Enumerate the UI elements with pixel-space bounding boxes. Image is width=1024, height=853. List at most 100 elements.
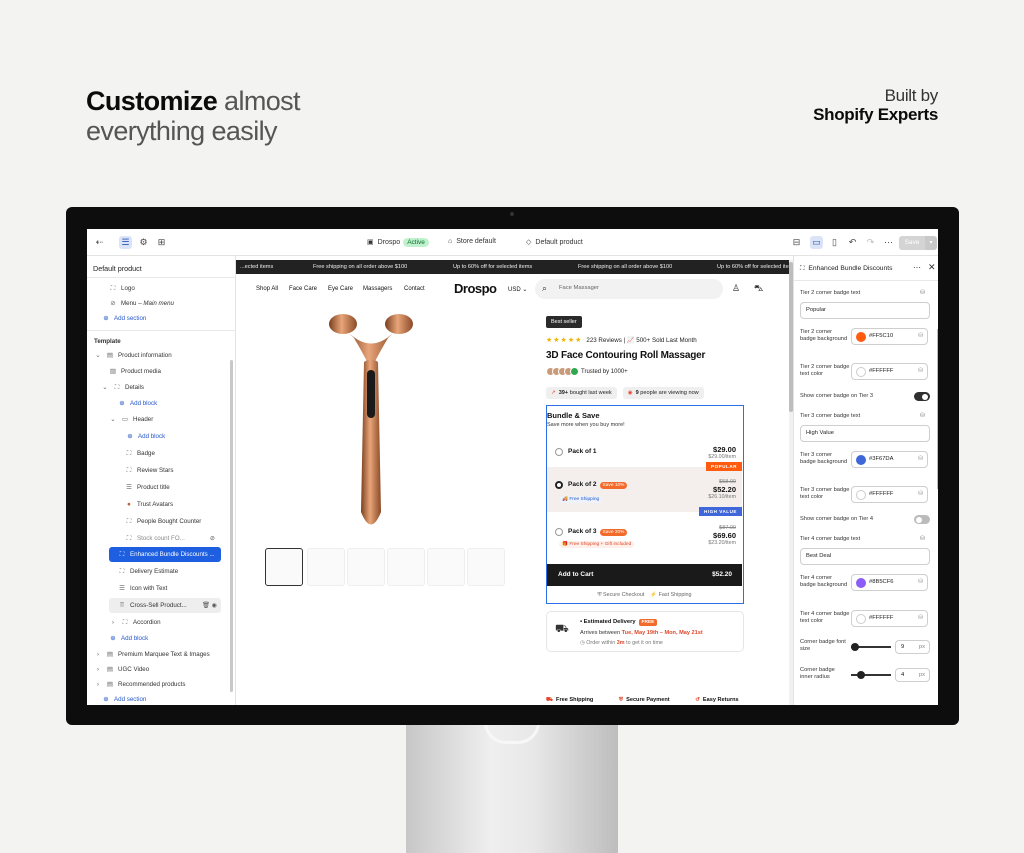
nav-massagers[interactable]: Massagers bbox=[363, 286, 392, 292]
search-input[interactable]: ⌕ Face Massager bbox=[535, 279, 723, 299]
add-to-cart-button[interactable]: Add to Cart $52.20 bbox=[547, 564, 742, 586]
cart-icon[interactable]: ⛍ bbox=[754, 283, 763, 295]
avatars-icon: ● bbox=[127, 501, 131, 508]
thumbnail[interactable] bbox=[307, 548, 345, 586]
tree-cross-sell[interactable]: ⠿ Cross-Sell Product... 🗑 ◉ bbox=[109, 598, 221, 613]
settings-scrollbar[interactable] bbox=[937, 329, 938, 489]
tree-enhanced-bundle-discounts[interactable]: ⛶ Enhanced Bundle Discounts ... bbox=[109, 547, 221, 562]
panel-title: ⛶ Enhanced Bundle Discounts bbox=[800, 265, 893, 272]
tree-ugc-video[interactable]: › ▤ UGC Video bbox=[94, 662, 234, 677]
gift-note: 🎁 Free Shipping + Gift included bbox=[559, 541, 635, 548]
tag-icon: ◇ bbox=[526, 239, 532, 246]
product-title: 3D Face Contouring Roll Massager bbox=[546, 350, 706, 361]
store-preview: ...ected items Free shipping on all orde… bbox=[236, 260, 789, 705]
inspector-icon[interactable]: ⊟ bbox=[790, 236, 803, 249]
save-button[interactable]: Save bbox=[899, 236, 925, 250]
tier4-text-color[interactable]: #FFFFFF ⛁ bbox=[851, 610, 928, 627]
product-main-image[interactable] bbox=[326, 312, 416, 542]
tree-stock-count[interactable]: ⛶ Stock count FO... ⊘ bbox=[125, 531, 219, 546]
add-section-button[interactable]: ⊕ Add section bbox=[102, 692, 242, 705]
database-icon[interactable]: ⛁ bbox=[920, 289, 925, 296]
tree-details[interactable]: ⌄ ⛶ Details bbox=[101, 380, 241, 395]
chevron-down-icon: ⌄ bbox=[102, 384, 108, 391]
section-logo[interactable]: ⛶ Logo bbox=[109, 281, 249, 296]
database-icon[interactable]: ⛁ bbox=[920, 412, 925, 419]
bought-counter: ↗ 39+ bought last week bbox=[546, 387, 617, 399]
radius-input[interactable]: 4 px bbox=[895, 668, 930, 682]
apps-icon[interactable]: ⊞ bbox=[155, 236, 168, 249]
hidden-eye-icon[interactable]: ⊘ bbox=[210, 531, 215, 546]
font-size-input[interactable]: 9 px bbox=[895, 640, 930, 654]
drag-handle-icon[interactable]: ⠿ bbox=[118, 598, 126, 613]
thumbnail[interactable] bbox=[467, 548, 505, 586]
database-icon[interactable]: ⛁ bbox=[920, 535, 925, 542]
trash-eye-icons[interactable]: 🗑 ◉ bbox=[202, 598, 217, 613]
tier2-text-input[interactable]: Popular bbox=[800, 302, 930, 319]
sections-icon[interactable]: ☰ bbox=[119, 236, 132, 249]
divider bbox=[87, 330, 236, 331]
thumbnail[interactable] bbox=[347, 548, 385, 586]
tier4-toggle[interactable] bbox=[914, 515, 930, 524]
add-section-button[interactable]: ⊕ Add section bbox=[102, 311, 242, 326]
lock-icon: ⛨ bbox=[618, 697, 624, 703]
more-icon[interactable]: ⋯ bbox=[882, 236, 895, 249]
radio[interactable] bbox=[555, 448, 563, 456]
review-stars[interactable]: ★★★★★ 223 Reviews | 📈 500+ Sold Last Mont… bbox=[546, 336, 697, 344]
undo-icon[interactable]: ↶ bbox=[846, 236, 859, 249]
database-icon: ⛁ bbox=[918, 615, 923, 621]
tree-product-information[interactable]: ⌄ ▤ Product information bbox=[94, 348, 234, 363]
tier2-text-color[interactable]: #FFFFFF ⛁ bbox=[851, 363, 928, 380]
radio[interactable] bbox=[555, 481, 563, 489]
more-icon[interactable]: ⋯ bbox=[913, 263, 921, 272]
nav-face-care[interactable]: Face Care bbox=[289, 286, 317, 292]
tree-header[interactable]: ⌄ ▭ Header bbox=[109, 412, 249, 427]
section-menu[interactable]: ⊘ Menu – Main menu bbox=[109, 296, 249, 311]
thumbnail[interactable] bbox=[387, 548, 425, 586]
theme-selector[interactable]: ⌂ Store default bbox=[448, 238, 496, 245]
tier3-bg-color[interactable]: #3F67DA ⛁ bbox=[851, 451, 928, 468]
tree-premium-marquee[interactable]: › ▤ Premium Marquee Text & Images bbox=[94, 647, 234, 662]
exit-icon[interactable]: ⇠ bbox=[93, 236, 106, 249]
link-icon: ⊘ bbox=[110, 300, 116, 307]
trend-icon: ↗ bbox=[551, 390, 556, 396]
corner-badge: POPULAR bbox=[706, 462, 742, 471]
account-icon[interactable]: ♙ bbox=[732, 283, 740, 294]
template-selector[interactable]: ◇ Default product bbox=[526, 238, 583, 246]
tier3-text-color[interactable]: #FFFFFF ⛁ bbox=[851, 486, 928, 503]
home-icon: ⌂ bbox=[448, 238, 453, 245]
block-icon: ⛶ bbox=[119, 551, 125, 558]
close-icon[interactable]: ✕ bbox=[928, 262, 936, 273]
bundle-option[interactable]: POPULAR Pack of 2 Save 10% 🚚 Free Shippin… bbox=[547, 462, 742, 512]
thumbnail[interactable] bbox=[265, 548, 303, 586]
tier4-bg-color[interactable]: #8B5CF6 ⛁ bbox=[851, 574, 928, 591]
radius-slider[interactable] bbox=[851, 671, 891, 679]
tier3-toggle[interactable] bbox=[914, 392, 930, 401]
font-size-slider[interactable] bbox=[851, 643, 891, 651]
nav-shop-all[interactable]: Shop All bbox=[256, 286, 278, 292]
tree-recommended-products[interactable]: › ▤ Recommended products bbox=[94, 677, 234, 692]
store-selector[interactable]: ▣ Drospo Active bbox=[367, 238, 429, 247]
save-options-button[interactable]: ▾ bbox=[925, 236, 937, 250]
tier2-bg-color[interactable]: #FF5C10 ⛁ bbox=[851, 328, 928, 345]
theme-settings-icon[interactable]: ⚙ bbox=[137, 236, 150, 249]
mobile-view-icon[interactable]: ▯ bbox=[828, 236, 841, 249]
currency-selector[interactable]: USD ⌄ bbox=[508, 286, 527, 293]
store-header: Shop All Face Care Eye Care Massagers Co… bbox=[236, 274, 789, 306]
tree-product-media[interactable]: ▨ Product media bbox=[109, 364, 249, 379]
plus-circle-icon: ⊕ bbox=[110, 635, 116, 642]
section-icon: ▤ bbox=[106, 352, 114, 359]
nav-eye-care[interactable]: Eye Care bbox=[328, 286, 353, 292]
redo-icon[interactable]: ↷ bbox=[864, 236, 877, 249]
thumbnail[interactable] bbox=[427, 548, 465, 586]
desktop-view-icon[interactable]: ▭ bbox=[810, 236, 823, 249]
nav-contact[interactable]: Contact bbox=[404, 286, 425, 292]
radio[interactable] bbox=[555, 528, 563, 536]
add-block-button[interactable]: ⊕ Add block bbox=[109, 631, 249, 646]
tree-accordion[interactable]: › ⛶ Accordion bbox=[109, 615, 249, 630]
divider bbox=[87, 277, 236, 278]
bundle-option[interactable]: HIGH VALUE Pack of 3 Save 20% 🎁 Free Ship… bbox=[547, 507, 742, 556]
scrollbar[interactable] bbox=[230, 360, 233, 692]
tier4-text-input[interactable]: Best Deal bbox=[800, 548, 930, 565]
store-logo[interactable]: Drospo bbox=[454, 281, 497, 296]
tier3-text-input[interactable]: High Value bbox=[800, 425, 930, 442]
